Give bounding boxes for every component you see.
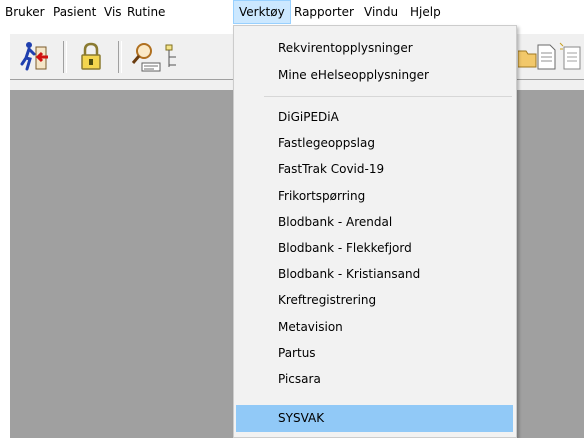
menu-bruker[interactable]: Bruker xyxy=(0,0,50,24)
menu-item-kreftregistrering[interactable]: Kreftregistrering xyxy=(236,287,513,314)
menu-item-blodbank-arendal[interactable]: Blodbank - Arendal xyxy=(236,209,513,236)
menu-item-rekvirentopplysninger[interactable]: Rekvirentopplysninger xyxy=(236,35,513,62)
tree-icon xyxy=(165,44,176,67)
menu-item-frikortsporring[interactable]: Frikortspørring xyxy=(236,183,513,210)
verktoy-dropdown-menu: Rekvirentopplysninger Mine eHelseopplysn… xyxy=(233,25,517,438)
menu-item-blodbank-flekkefjord[interactable]: Blodbank - Flekkefjord xyxy=(236,235,513,262)
menu-vindu[interactable]: Vindu xyxy=(359,0,403,24)
menu-rapporter[interactable]: Rapporter xyxy=(289,0,359,24)
menu-pasient[interactable]: Pasient xyxy=(48,0,101,24)
menu-hjelp[interactable]: Hjelp xyxy=(405,0,446,24)
menu-item-sysvak[interactable]: SYSVAK xyxy=(236,405,513,432)
menu-item-digipedia[interactable]: DiGiPEDiA xyxy=(236,104,513,131)
menu-item-mine-ehelseopplysninger[interactable]: Mine eHelseopplysninger xyxy=(236,62,513,89)
menu-item-partus[interactable]: Partus xyxy=(236,340,513,367)
menu-item-metavision[interactable]: Metavision xyxy=(236,314,513,341)
menu-separator xyxy=(264,96,512,97)
document-new-button[interactable] xyxy=(558,39,584,75)
menu-bar: Bruker Pasient Vis Rutine Verktøy Rappor… xyxy=(0,0,584,26)
document-new-icon xyxy=(559,42,581,70)
tree-button[interactable] xyxy=(160,39,196,75)
toolbar-separator xyxy=(63,41,67,73)
menu-verktoy[interactable]: Verktøy xyxy=(233,0,291,24)
lock-icon xyxy=(81,42,101,70)
exit-button[interactable] xyxy=(18,39,54,75)
menu-item-fasttrak-covid-19[interactable]: FastTrak Covid-19 xyxy=(236,156,513,183)
menu-item-blodbank-kristiansand[interactable]: Blodbank - Kristiansand xyxy=(236,261,513,288)
menu-rutine[interactable]: Rutine xyxy=(122,0,170,24)
menu-item-fastlegeoppslag[interactable]: Fastlegeoppslag xyxy=(236,130,513,157)
toolbar-separator xyxy=(118,41,122,73)
lock-button[interactable] xyxy=(73,39,109,75)
menu-item-picsara[interactable]: Picsara xyxy=(236,366,513,393)
exit-door-icon xyxy=(20,42,48,71)
